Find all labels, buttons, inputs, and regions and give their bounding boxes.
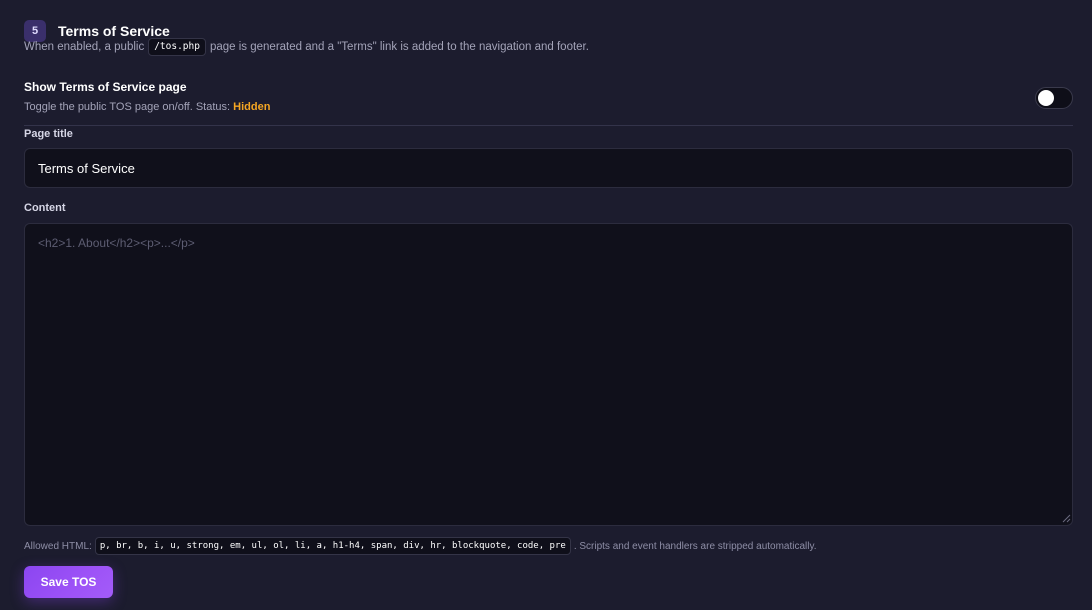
section-description-text-after: page is generated and a "Terms" link is …: [209, 41, 589, 53]
allowed-html-tags-code: p, br, b, i, u, strong, em, ul, ol, li, …: [94, 537, 571, 555]
tos-settings-panel: 5 Terms of Service When enabled, a publi…: [0, 0, 1092, 610]
page-title-label: Page title: [24, 128, 73, 140]
tos-path-code: /tos.php: [148, 38, 206, 56]
allowed-html-prefix: Allowed HTML:: [24, 540, 92, 552]
show-tos-toggle[interactable]: [1035, 87, 1073, 109]
save-tos-button[interactable]: Save TOS: [24, 566, 113, 598]
divider: [24, 125, 1073, 126]
content-label: Content: [24, 202, 66, 214]
toggle-description-text: Toggle the public TOS page on/off. Statu…: [24, 101, 231, 113]
resize-handle-icon[interactable]: [1062, 514, 1071, 523]
content-textarea[interactable]: [24, 223, 1073, 526]
allowed-html-suffix: . Scripts and event handlers are strippe…: [573, 540, 817, 552]
allowed-html-note: Allowed HTML: p, br, b, i, u, strong, em…: [24, 537, 817, 555]
toggle-knob: [1038, 90, 1054, 106]
section-title: Terms of Service: [58, 23, 170, 39]
page-title-input[interactable]: [24, 148, 1073, 188]
section-description: When enabled, a public /tos.php page is …: [24, 38, 589, 56]
section-description-text: When enabled, a public: [24, 41, 145, 53]
toggle-title: Show Terms of Service page: [24, 80, 187, 94]
toggle-description: Toggle the public TOS page on/off. Statu…: [24, 101, 270, 113]
status-badge: Hidden: [233, 101, 271, 113]
